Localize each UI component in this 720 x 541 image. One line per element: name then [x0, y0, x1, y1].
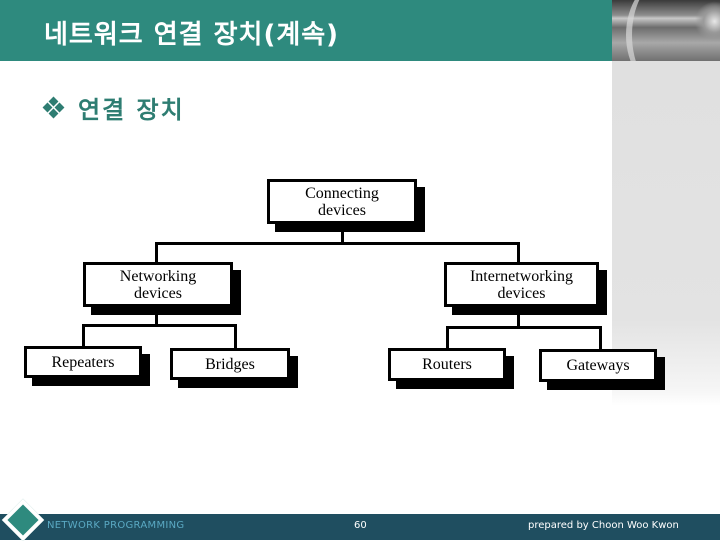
node-label-line: devices [318, 201, 366, 219]
connector-root-down [341, 222, 344, 244]
node-label-line: Connecting [305, 184, 379, 202]
node-connecting-devices: Connecting devices [267, 179, 417, 224]
node-internetworking-devices: Internetworking devices [444, 262, 599, 307]
connector-to-networking [155, 242, 158, 264]
footer-author: prepared by Choon Woo Kwon [528, 520, 679, 531]
footer-page-number: 60 [354, 520, 367, 531]
connector-networking-horizontal [82, 324, 237, 327]
node-label: Gateways [566, 357, 630, 374]
connector-level1-horizontal [155, 242, 520, 245]
node-label: Repeaters [51, 353, 115, 371]
hierarchy-diagram: Connecting devices Networking devices In… [0, 0, 720, 540]
footer-course-name: NETWORK PROGRAMMING [47, 520, 185, 531]
connector-to-bridges [234, 324, 237, 350]
connector-internetworking-down [517, 306, 520, 328]
node-gateways: Gateways [539, 349, 657, 382]
node-label-line: Networking [119, 267, 197, 285]
node-repeaters: Repeaters [24, 346, 142, 378]
node-label: Bridges [205, 355, 255, 373]
node-label-line: devices [497, 284, 546, 302]
node-label-line: Internetworking [469, 267, 574, 285]
connector-networking-down [155, 306, 158, 326]
connector-to-internetworking [517, 242, 520, 264]
node-label: Routers [422, 356, 472, 373]
connector-internetworking-horizontal [446, 326, 602, 329]
node-routers: Routers [388, 348, 506, 381]
node-bridges: Bridges [170, 348, 290, 380]
connector-to-gateways [599, 326, 602, 351]
node-label-line: devices [134, 284, 182, 302]
node-networking-devices: Networking devices [83, 262, 233, 307]
